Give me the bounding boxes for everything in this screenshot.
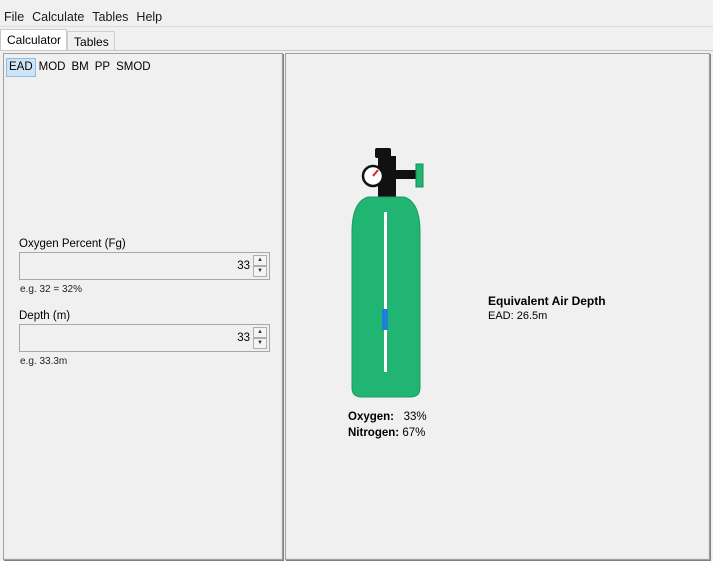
tank-visual: Oxygen: 33% Nitrogen: 67% Equivalent Air… — [286, 54, 711, 561]
menu-bar: File Calculate Tables Help — [0, 6, 713, 26]
depth-spin-buttons: ▲ ▼ — [253, 327, 267, 349]
menu-separator — [0, 26, 713, 27]
mode-tab-bm[interactable]: BM — [69, 58, 92, 77]
result-panel: Oxygen: 33% Nitrogen: 67% Equivalent Air… — [285, 53, 710, 560]
tab-divider — [0, 50, 713, 51]
depth-increment-button[interactable]: ▲ — [253, 327, 267, 338]
valve-arm-icon — [393, 170, 417, 179]
mode-tab-mod[interactable]: MOD — [36, 58, 69, 77]
main-tabs: Calculator Tables — [0, 29, 115, 51]
depth-hint: e.g. 33.3m — [20, 356, 68, 367]
oxygen-spin-buttons: ▲ ▼ — [253, 255, 267, 277]
nitrogen-readout: Nitrogen: 67% — [348, 427, 425, 439]
menu-file[interactable]: File — [0, 6, 28, 26]
valve-knob-icon — [415, 163, 424, 188]
depth-spinner[interactable]: 33 ▲ ▼ — [19, 324, 270, 352]
menu-help[interactable]: Help — [132, 6, 166, 26]
nitrogen-readout-label: Nitrogen: — [348, 427, 400, 439]
mode-tab-smod[interactable]: SMOD — [113, 58, 154, 77]
depth-decrement-button[interactable]: ▼ — [253, 338, 267, 349]
oxygen-readout-label: Oxygen: — [348, 411, 395, 423]
depth-value[interactable]: 33 — [237, 332, 250, 344]
oxygen-percent-spinner[interactable]: 33 ▲ ▼ — [19, 252, 270, 280]
nitrogen-readout-value: 67% — [402, 427, 426, 439]
mode-tab-ead[interactable]: EAD — [6, 58, 36, 77]
menu-tables[interactable]: Tables — [88, 6, 132, 26]
oxygen-decrement-button[interactable]: ▼ — [253, 266, 267, 277]
oxygen-percent-hint: e.g. 32 = 32% — [20, 284, 82, 295]
input-panel: EAD MOD BM PP SMOD Oxygen Percent (Fg) 3… — [3, 53, 283, 560]
menu-calculate[interactable]: Calculate — [28, 6, 88, 26]
oxygen-readout-value: 33% — [403, 411, 427, 423]
result-value: EAD: 26.5m — [488, 310, 548, 322]
oxygen-percent-value[interactable]: 33 — [237, 260, 250, 272]
mode-tab-pp[interactable]: PP — [92, 58, 113, 77]
tab-calculator[interactable]: Calculator — [0, 29, 68, 51]
tank-level-track — [384, 212, 387, 372]
oxygen-percent-label: Oxygen Percent (Fg) — [19, 238, 126, 250]
tab-tables[interactable]: Tables — [67, 31, 115, 51]
depth-label: Depth (m) — [19, 310, 71, 322]
result-title: Equivalent Air Depth — [488, 294, 606, 308]
oxygen-increment-button[interactable]: ▲ — [253, 255, 267, 266]
mode-tabs: EAD MOD BM PP SMOD — [6, 58, 154, 77]
tank-level-marker — [382, 309, 388, 330]
oxygen-readout: Oxygen: 33% — [348, 411, 427, 423]
